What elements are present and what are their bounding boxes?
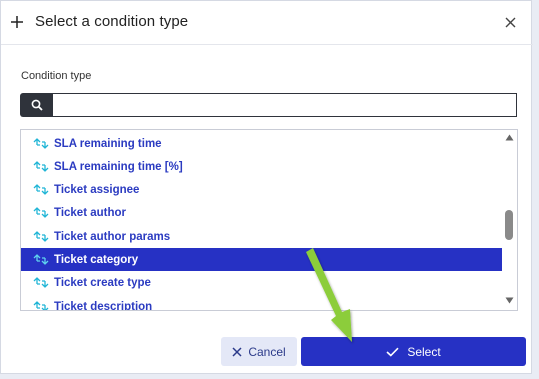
dialog-title: Select a condition type bbox=[35, 13, 189, 30]
list-item[interactable]: Ticket assignee bbox=[21, 178, 502, 201]
list-item[interactable]: Ticket author params bbox=[21, 225, 502, 248]
cancel-label: Cancel bbox=[248, 344, 286, 359]
list-item-label: SLA remaining time [%] bbox=[54, 160, 183, 173]
list-item[interactable]: SLA remaining time [%] bbox=[21, 155, 502, 178]
list-item[interactable]: Ticket create type bbox=[21, 271, 502, 294]
search-input[interactable] bbox=[53, 93, 517, 117]
list-item[interactable]: Ticket description bbox=[21, 295, 502, 311]
swap-icon bbox=[33, 184, 49, 195]
list-item-label: Ticket author bbox=[54, 206, 126, 219]
list-item[interactable]: Ticket author bbox=[21, 201, 502, 224]
plus-icon bbox=[11, 16, 23, 28]
list-item-label: Ticket category bbox=[54, 253, 139, 266]
search-icon bbox=[31, 99, 43, 111]
close-icon[interactable] bbox=[505, 17, 516, 28]
cancel-button[interactable]: Cancel bbox=[221, 337, 297, 366]
swap-icon bbox=[33, 231, 49, 242]
list-item-label: Ticket author params bbox=[54, 230, 171, 243]
swap-icon bbox=[33, 138, 49, 149]
swap-icon bbox=[33, 301, 49, 310]
dialog-header: Select a condition type bbox=[1, 1, 533, 45]
select-label: Select bbox=[407, 344, 441, 359]
scroll-down-arrow-icon[interactable] bbox=[505, 297, 514, 304]
swap-icon bbox=[33, 207, 49, 218]
condition-type-list[interactable]: SLA remaining time SLA remaining time [%… bbox=[20, 129, 518, 311]
list-item-label: Ticket assignee bbox=[54, 183, 140, 196]
swap-icon bbox=[33, 161, 49, 172]
x-icon bbox=[232, 346, 242, 357]
list-item-selected[interactable]: Ticket category bbox=[21, 248, 502, 271]
list-item[interactable]: SLA remaining time bbox=[21, 132, 502, 155]
swap-icon bbox=[33, 254, 49, 265]
page-edge bbox=[533, 0, 539, 379]
swap-icon bbox=[33, 277, 49, 288]
condition-type-dialog: Select a condition type Condition type S… bbox=[0, 0, 533, 374]
list-item-label: Ticket description bbox=[54, 300, 153, 311]
list-item-label: Ticket create type bbox=[54, 276, 151, 289]
list-scrollbar[interactable] bbox=[501, 130, 517, 310]
search-button[interactable] bbox=[20, 93, 53, 117]
condition-type-label: Condition type bbox=[21, 70, 92, 82]
check-icon bbox=[386, 347, 399, 357]
scroll-up-arrow-icon[interactable] bbox=[505, 134, 514, 141]
scroll-thumb[interactable] bbox=[505, 210, 513, 240]
select-button[interactable]: Select bbox=[301, 337, 526, 366]
list-item-label: SLA remaining time bbox=[54, 137, 162, 150]
